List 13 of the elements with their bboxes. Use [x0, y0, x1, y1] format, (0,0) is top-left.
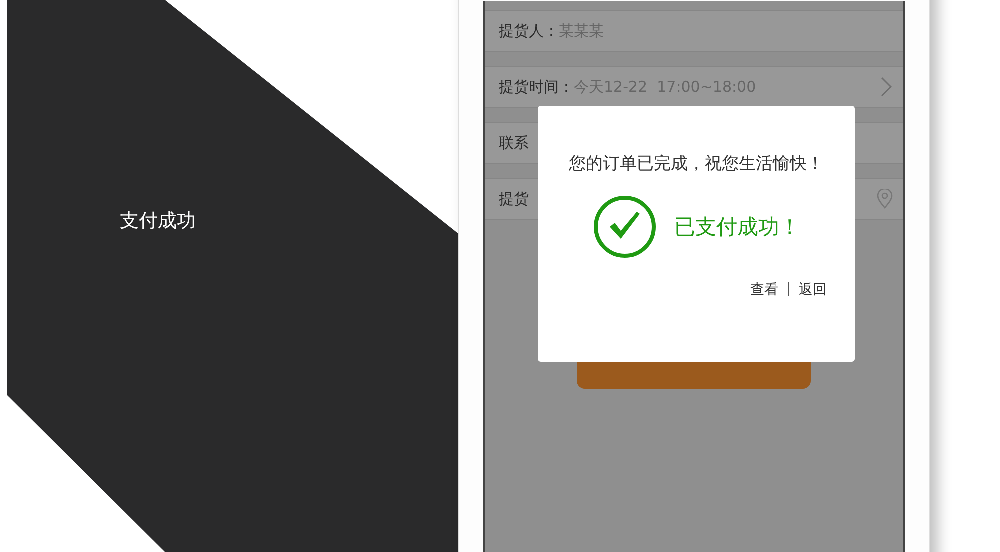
- check-circle-icon: [592, 195, 656, 259]
- separator: |: [786, 281, 791, 299]
- row-label: 提货人：: [499, 22, 559, 40]
- row-label: 提货: [499, 190, 529, 208]
- status-text: 已支付成功！: [674, 214, 800, 241]
- row-label: 提货时间：: [499, 78, 574, 96]
- dialog-message: 您的订单已完成，祝您生活愉快！: [569, 153, 824, 175]
- chevron-right-icon: [881, 77, 893, 97]
- location-pin-icon: [877, 189, 893, 209]
- slide-caption: 支付成功: [120, 209, 196, 234]
- row-label: 联系: [499, 134, 529, 152]
- dialog-link[interactable]: 查看: [750, 281, 778, 299]
- dialog-link[interactable]: 返回: [799, 281, 827, 299]
